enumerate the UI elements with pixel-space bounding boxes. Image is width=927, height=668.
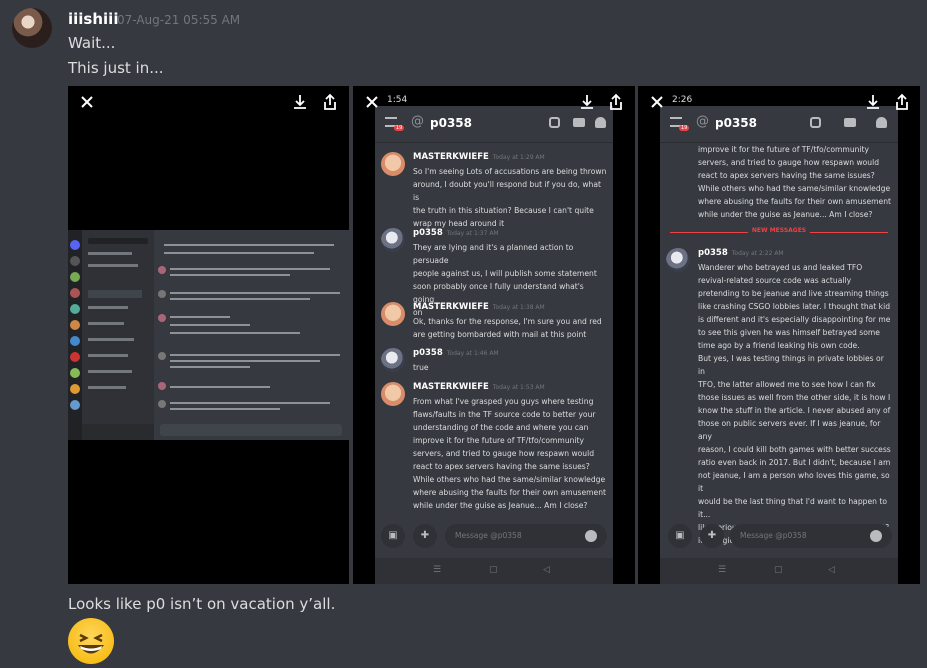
author-avatar[interactable] [381,348,405,372]
call-icon[interactable] [549,117,560,128]
video-icon[interactable] [844,118,856,127]
chat-name[interactable]: p0358 [715,116,757,130]
nav-menu-icon[interactable]: ☰ [718,565,726,575]
message-line-2: This just in... [68,59,164,77]
message-line-1: Wait... [68,34,116,52]
gift-icon[interactable]: ✚ [700,524,724,548]
message-time: Today at 1:53 AM [492,384,545,391]
attachment-image-1[interactable] [68,86,349,584]
message-timestamp: 07-Aug-21 05:55 AM [117,13,241,27]
download-icon[interactable] [291,93,309,111]
message-text: true [413,363,429,372]
message-text: Ok, thanks for the response, I'm sure yo… [413,317,602,339]
phone-screen: 19 @ p0358 MASTERKWIEFE Today at 1:29 AM S… [375,106,613,584]
members-icon[interactable] [876,117,887,128]
mention-badge: 19 [394,125,405,131]
author-name[interactable]: MASTERKWIEFE Today at 1:38 AM [413,302,545,312]
author-name[interactable]: MASTERKWIEFE Today at 1:29 AM [413,152,545,162]
nav-menu-icon[interactable]: ☰ [433,565,441,575]
status-time: 1:54 [387,95,408,105]
author-avatar[interactable] [381,152,405,176]
new-messages-divider: NEW MESSAGES [670,227,888,234]
download-icon[interactable] [864,93,882,111]
members-icon[interactable] [595,117,606,128]
at-icon: @ [696,114,709,129]
status-time: 2:26 [672,95,693,105]
message-time: Today at 1:38 AM [492,304,545,311]
message-input[interactable]: Message @p0358 [445,524,607,548]
scrolled-message-line: where abusing the faults for their own a… [698,197,892,206]
mention-badge: 19 [679,125,690,131]
nav-home-icon[interactable]: ▢ [774,565,783,575]
desktop-screenshot-thumbnail [68,230,349,440]
message-text: Wanderer who betrayed us and leaked TFO r… [698,263,891,545]
image-upload-icon[interactable]: ▣ [668,524,692,548]
android-nav-bar: ☰ ▢ ◁ [660,558,898,584]
user-avatar[interactable] [12,8,52,48]
author-avatar[interactable] [381,302,405,326]
close-icon[interactable] [363,93,381,111]
attachment-image-2[interactable]: 1:54 19 @ p0358 MASTERKWIEFE Today at 1:2… [353,86,635,584]
emoji-picker-icon[interactable] [585,530,597,542]
author-name[interactable]: p0358 Today at 1:37 AM [413,228,499,238]
message-footer-text: Looks like p0 isn’t on vacation y’all. [68,595,336,613]
close-icon[interactable] [78,93,96,111]
scrolled-message-line: While others who had the same/similar kn… [698,184,891,193]
scrolled-message-line: servers, and tried to gauge how respawn … [698,158,880,167]
nav-home-icon[interactable]: ▢ [489,565,498,575]
message-time: Today at 2:22 AM [731,250,784,257]
android-nav-bar: ☰ ▢ ◁ [375,558,613,584]
author-avatar[interactable] [666,248,690,272]
message-text: From what I've grasped you guys where te… [413,397,607,510]
message-time: Today at 1:37 AM [446,230,499,237]
nav-back-icon[interactable]: ◁ [543,565,550,575]
close-icon[interactable] [648,93,666,111]
author-name[interactable]: MASTERKWIEFE Today at 1:53 AM [413,382,545,392]
nav-back-icon[interactable]: ◁ [828,565,835,575]
scrolled-message-line: react to apex servers having the same is… [698,171,875,180]
username[interactable]: iiishiii [68,10,118,28]
author-avatar[interactable] [381,228,405,252]
call-icon[interactable] [810,117,821,128]
share-icon[interactable] [607,93,625,111]
share-icon[interactable] [321,93,339,111]
message-time: Today at 1:29 AM [492,154,545,161]
image-upload-icon[interactable]: ▣ [381,524,405,548]
chat-name[interactable]: p0358 [430,116,472,130]
message-input[interactable]: Message @p0358 [730,524,892,548]
author-name[interactable]: p0358 Today at 2:22 AM [698,248,784,258]
author-avatar[interactable] [381,382,405,406]
phone-screen: understanding of the code and where you … [660,106,898,584]
at-icon: @ [411,114,424,129]
grinning-squinting-face-icon [68,618,114,664]
scrolled-message-line: while under the guise as Jeanue... Am I … [698,210,873,219]
emoji-picker-icon[interactable] [870,530,882,542]
scrolled-message-line: improve it for the future of TF/tfo/comm… [698,145,870,154]
share-icon[interactable] [893,93,911,111]
download-icon[interactable] [578,93,596,111]
video-icon[interactable] [573,118,585,127]
gift-icon[interactable]: ✚ [413,524,437,548]
message-text: So I'm seeing Lots of accusations are be… [413,167,607,228]
message-time: Today at 1:46 AM [446,350,499,357]
attachment-image-3[interactable]: 2:26 understanding of the code and where… [638,86,920,584]
author-name[interactable]: p0358 Today at 1:46 AM [413,348,499,358]
